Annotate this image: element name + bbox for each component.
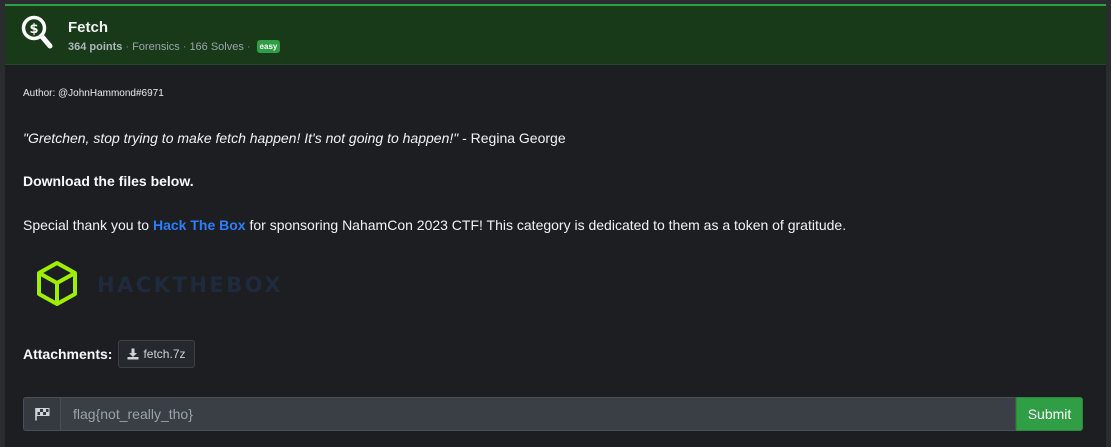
quote-attribution: - Regina George	[458, 130, 566, 146]
challenge-meta: 364 points · Forensics · 166 Solves · ea…	[68, 40, 281, 53]
attachment-file-button[interactable]: fetch.7z	[118, 340, 195, 368]
challenge-header: $ Fetch 364 points · Forensics · 166 Sol…	[5, 6, 1106, 65]
search-dollar-icon: $	[21, 15, 53, 49]
attachments-row: Attachments: fetch.7z	[23, 340, 195, 368]
quote-text: "Gretchen, stop trying to make fetch hap…	[23, 130, 459, 146]
difficulty-badge: easy	[256, 40, 281, 53]
flag-addon	[23, 397, 60, 431]
hackthebox-cube-icon	[37, 261, 77, 306]
svg-text:$: $	[29, 22, 38, 37]
download-icon	[127, 348, 139, 360]
quote-line: "Gretchen, stop trying to make fetch hap…	[23, 130, 566, 146]
challenge-solves: 166 Solves	[189, 40, 244, 53]
submit-button[interactable]: Submit	[1016, 397, 1083, 431]
meta-separator: ·	[246, 40, 251, 53]
challenge-category: Forensics	[132, 40, 180, 53]
download-note: Download the files below.	[23, 173, 194, 189]
sponsor-thanks: Special thank you to Hack The Box for sp…	[23, 217, 846, 233]
meta-separator: ·	[182, 40, 187, 53]
thanks-suffix: for sponsoring NahamCon 2023 CTF! This c…	[245, 217, 847, 233]
challenge-points: 364 points	[68, 40, 123, 53]
flag-input[interactable]	[60, 397, 1016, 431]
hackthebox-logo-text: HACKTHEBOX	[97, 273, 283, 297]
flag-checkered-icon	[35, 408, 50, 421]
challenge-title: Fetch	[68, 19, 109, 36]
challenge-card: $ Fetch 364 points · Forensics · 166 Sol…	[5, 4, 1106, 447]
attachment-filename: fetch.7z	[143, 347, 186, 361]
attachments-label: Attachments:	[23, 346, 113, 362]
hackthebox-logo: HACKTHEBOX	[37, 261, 283, 306]
meta-separator: ·	[125, 40, 130, 53]
flag-submit-form: Submit	[23, 397, 1083, 431]
author-line: Author: @JohnHammond#6971	[23, 88, 164, 99]
thanks-prefix: Special thank you to	[23, 217, 153, 233]
hackthebox-link[interactable]: Hack The Box	[153, 217, 246, 233]
